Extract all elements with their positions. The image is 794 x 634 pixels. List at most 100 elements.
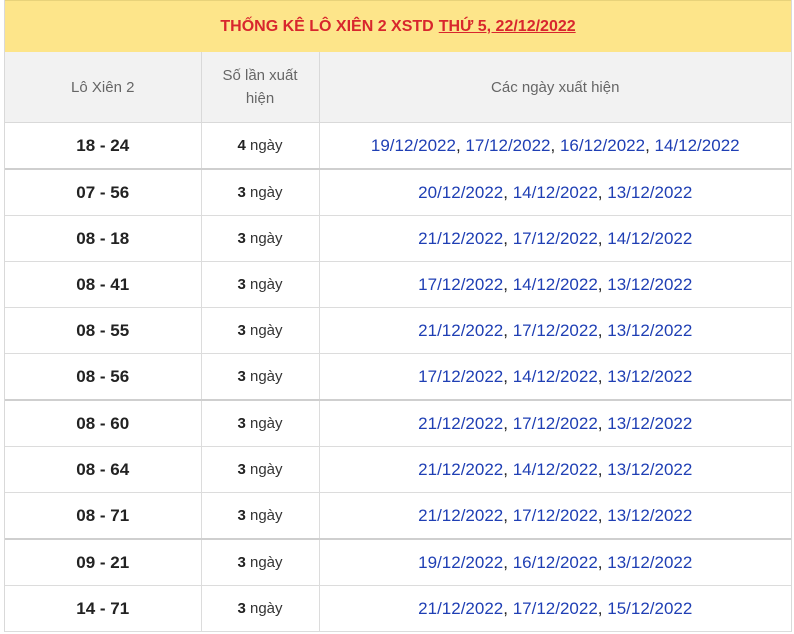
count-value: 3 bbox=[237, 322, 246, 339]
pair-cell: 08 - 60 bbox=[5, 400, 202, 447]
date-separator: , bbox=[597, 182, 608, 202]
count-cell: 3 ngày bbox=[201, 492, 320, 540]
pair-cell: 18 - 24 bbox=[5, 122, 202, 170]
date-link[interactable]: 13/12/2022 bbox=[607, 321, 692, 340]
date-link[interactable]: 17/12/2022 bbox=[513, 414, 598, 433]
dates-cell: 21/12/2022, 17/12/2022, 15/12/2022 bbox=[319, 585, 791, 632]
date-link[interactable]: 14/12/2022 bbox=[513, 275, 598, 294]
dates-cell: 19/12/2022, 17/12/2022, 16/12/2022, 14/1… bbox=[319, 122, 791, 170]
date-separator: , bbox=[503, 182, 513, 202]
table-row: 08 - 55 3 ngày 21/12/2022, 17/12/2022, 13/… bbox=[5, 307, 791, 354]
count-cell: 3 ngày bbox=[201, 261, 320, 308]
date-link[interactable]: 14/12/2022 bbox=[513, 183, 598, 202]
stats-table: Lô Xiên 2 Số lần xuất hiện Các ngày xuất… bbox=[5, 52, 791, 632]
date-link[interactable]: 17/12/2022 bbox=[513, 599, 598, 618]
count-value: 3 bbox=[237, 415, 246, 432]
date-link[interactable]: 17/12/2022 bbox=[513, 506, 598, 525]
date-link[interactable]: 14/12/2022 bbox=[513, 367, 598, 386]
count-cell: 3 ngày bbox=[201, 307, 320, 354]
table-row: 09 - 21 3 ngày 19/12/2022, 16/12/2022, 13/… bbox=[5, 539, 791, 586]
date-link[interactable]: 20/12/2022 bbox=[418, 183, 503, 202]
date-link[interactable]: 21/12/2022 bbox=[418, 414, 503, 433]
date-link[interactable]: 13/12/2022 bbox=[607, 460, 692, 479]
date-link[interactable]: 21/12/2022 bbox=[418, 321, 503, 340]
table-row: 14 - 71 3 ngày 21/12/2022, 17/12/2022, 15/… bbox=[5, 585, 791, 632]
count-unit: ngày bbox=[245, 507, 283, 524]
dates-cell: 21/12/2022, 17/12/2022, 13/12/2022 bbox=[319, 400, 791, 447]
stats-panel: THỐNG KÊ LÔ XIÊN 2 XSTD THỨ 5, 22/12/202… bbox=[4, 0, 792, 632]
date-link[interactable]: 21/12/2022 bbox=[418, 506, 503, 525]
date-link[interactable]: 13/12/2022 bbox=[607, 275, 692, 294]
count-value: 3 bbox=[237, 461, 246, 478]
date-link[interactable]: 14/12/2022 bbox=[655, 136, 740, 155]
table-row: 18 - 24 4 ngày 19/12/2022, 17/12/2022, 16/… bbox=[5, 122, 791, 170]
pair-cell: 08 - 56 bbox=[5, 353, 202, 401]
pair-cell: 08 - 18 bbox=[5, 215, 202, 262]
column-header-count: Số lần xuất hiện bbox=[201, 52, 320, 123]
date-separator: , bbox=[550, 135, 560, 155]
table-row: 08 - 64 3 ngày 21/12/2022, 14/12/2022, 13/… bbox=[5, 446, 791, 493]
date-separator: , bbox=[503, 598, 513, 618]
count-unit: ngày bbox=[245, 461, 283, 478]
table-row: 08 - 60 3 ngày 21/12/2022, 17/12/2022, 13/… bbox=[5, 400, 791, 447]
date-link[interactable]: 16/12/2022 bbox=[560, 136, 645, 155]
date-link[interactable]: 14/12/2022 bbox=[607, 229, 692, 248]
date-link[interactable]: 17/12/2022 bbox=[418, 367, 503, 386]
date-separator: , bbox=[503, 459, 513, 479]
count-cell: 3 ngày bbox=[201, 585, 320, 632]
date-link[interactable]: 19/12/2022 bbox=[371, 136, 456, 155]
dates-cell: 21/12/2022, 17/12/2022, 14/12/2022 bbox=[319, 215, 791, 262]
date-link[interactable]: 13/12/2022 bbox=[607, 414, 692, 433]
date-separator: , bbox=[503, 552, 513, 572]
date-separator: , bbox=[503, 228, 513, 248]
dates-cell: 21/12/2022, 14/12/2022, 13/12/2022 bbox=[319, 446, 791, 493]
pair-cell: 08 - 55 bbox=[5, 307, 202, 354]
date-link[interactable]: 14/12/2022 bbox=[513, 460, 598, 479]
title-date-link[interactable]: THỨ 5, 22/12/2022 bbox=[439, 18, 576, 36]
date-separator: , bbox=[597, 505, 608, 525]
date-link[interactable]: 17/12/2022 bbox=[513, 321, 598, 340]
date-link[interactable]: 13/12/2022 bbox=[607, 183, 692, 202]
pair-cell: 08 - 41 bbox=[5, 261, 202, 308]
table-body: 18 - 24 4 ngày 19/12/2022, 17/12/2022, 16/… bbox=[5, 122, 791, 632]
count-cell: 3 ngày bbox=[201, 353, 320, 401]
dates-cell: 17/12/2022, 14/12/2022, 13/12/2022 bbox=[319, 261, 791, 308]
date-link[interactable]: 17/12/2022 bbox=[513, 229, 598, 248]
count-unit: ngày bbox=[245, 554, 283, 571]
date-link[interactable]: 13/12/2022 bbox=[607, 506, 692, 525]
date-link[interactable]: 13/12/2022 bbox=[607, 553, 692, 572]
date-link[interactable]: 13/12/2022 bbox=[607, 367, 692, 386]
count-unit: ngày bbox=[245, 184, 283, 201]
pair-cell: 09 - 21 bbox=[5, 539, 202, 586]
count-cell: 3 ngày bbox=[201, 446, 320, 493]
date-link[interactable]: 21/12/2022 bbox=[418, 229, 503, 248]
count-value: 3 bbox=[237, 230, 246, 247]
count-cell: 3 ngày bbox=[201, 169, 320, 216]
date-link[interactable]: 21/12/2022 bbox=[418, 599, 503, 618]
date-link[interactable]: 17/12/2022 bbox=[465, 136, 550, 155]
date-link[interactable]: 21/12/2022 bbox=[418, 460, 503, 479]
date-link[interactable]: 16/12/2022 bbox=[513, 553, 598, 572]
panel-title: THỐNG KÊ LÔ XIÊN 2 XSTD THỨ 5, 22/12/202… bbox=[5, 0, 791, 52]
count-value: 4 bbox=[237, 137, 246, 154]
date-separator: , bbox=[597, 413, 608, 433]
count-value: 3 bbox=[237, 507, 246, 524]
date-link[interactable]: 19/12/2022 bbox=[418, 553, 503, 572]
date-link[interactable]: 17/12/2022 bbox=[418, 275, 503, 294]
date-separator: , bbox=[503, 366, 513, 386]
dates-cell: 21/12/2022, 17/12/2022, 13/12/2022 bbox=[319, 492, 791, 540]
dates-cell: 21/12/2022, 17/12/2022, 13/12/2022 bbox=[319, 307, 791, 354]
count-unit: ngày bbox=[245, 415, 283, 432]
count-unit: ngày bbox=[245, 368, 283, 385]
column-header-dates: Các ngày xuất hiện bbox=[319, 52, 791, 123]
date-link[interactable]: 15/12/2022 bbox=[607, 599, 692, 618]
count-value: 3 bbox=[237, 276, 246, 293]
count-cell: 3 ngày bbox=[201, 215, 320, 262]
count-cell: 4 ngày bbox=[201, 122, 320, 170]
dates-cell: 20/12/2022, 14/12/2022, 13/12/2022 bbox=[319, 169, 791, 216]
date-separator: , bbox=[597, 228, 608, 248]
count-unit: ngày bbox=[245, 276, 283, 293]
count-unit: ngày bbox=[245, 322, 283, 339]
title-text: THỐNG KÊ LÔ XIÊN 2 XSTD bbox=[220, 17, 434, 35]
table-row: 08 - 56 3 ngày 17/12/2022, 14/12/2022, 13/… bbox=[5, 353, 791, 401]
